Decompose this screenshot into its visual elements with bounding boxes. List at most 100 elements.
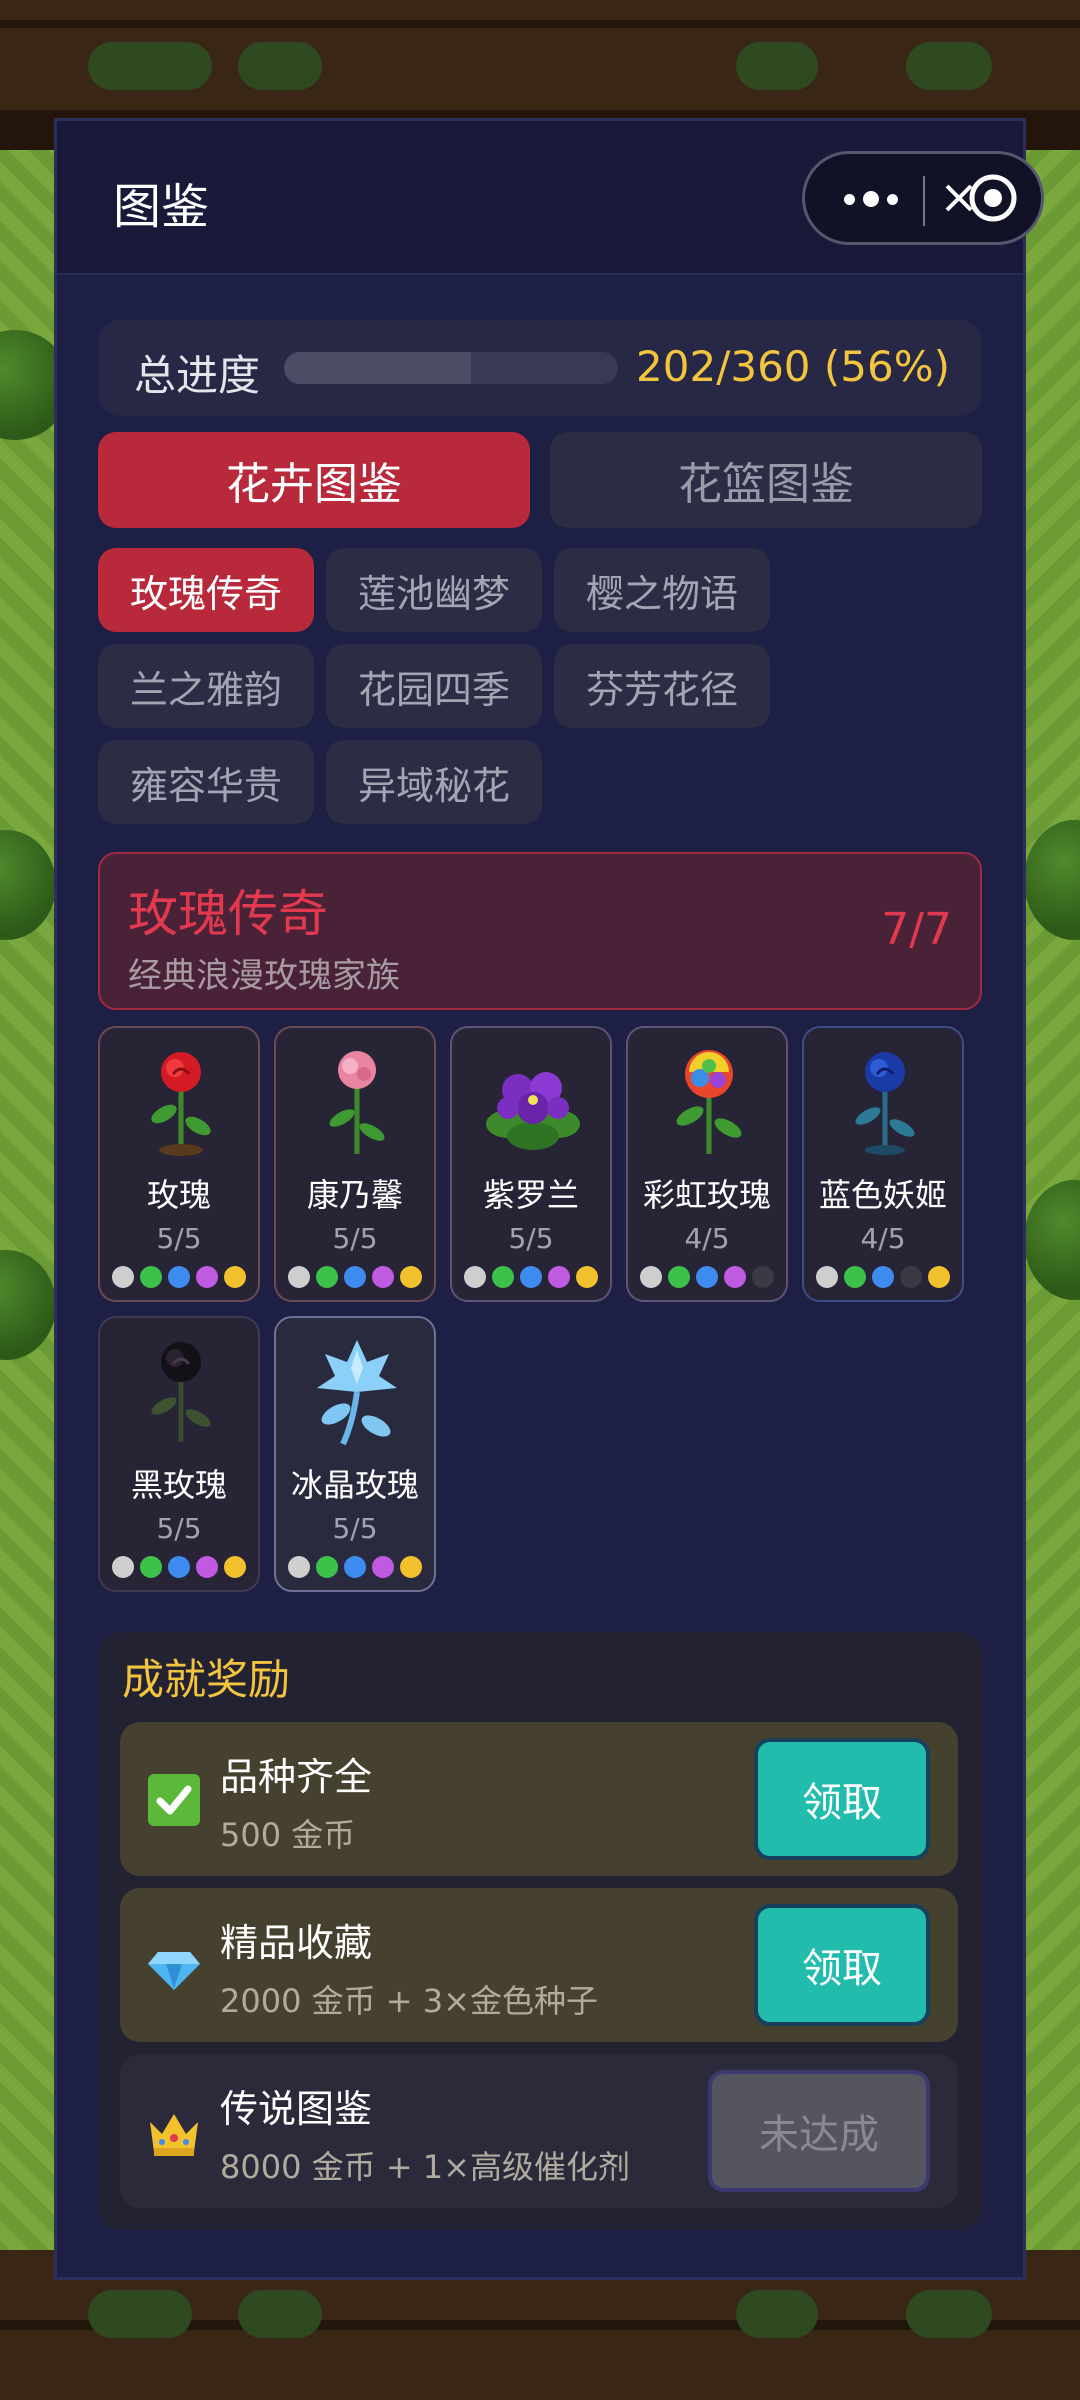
flower-name: 蓝色妖姬 — [818, 1176, 947, 1214]
flower-name: 玫瑰 — [146, 1176, 211, 1214]
rarity-dot — [696, 1266, 718, 1288]
flower-card[interactable]: 紫罗兰 5/5 — [450, 1026, 612, 1302]
achievement-name: 品种齐全 — [220, 1755, 373, 1799]
rarity-dots — [452, 1266, 610, 1288]
flower-name: 黑玫瑰 — [130, 1466, 227, 1504]
flower-card[interactable]: 黑玫瑰 5/5 — [98, 1316, 260, 1592]
progress-label: 总进度 — [134, 351, 261, 400]
rarity-dot — [196, 1556, 218, 1578]
ice-rose-icon — [317, 1340, 397, 1446]
flower-progress: 5/5 — [156, 1222, 202, 1255]
flower-progress: 5/5 — [156, 1512, 202, 1545]
background-decoration — [238, 42, 322, 90]
tab-basket-collection[interactable]: 花篮图鉴 — [550, 432, 982, 528]
rarity-dot — [344, 1266, 366, 1288]
achievement-title: 成就奖励 — [122, 1655, 291, 1704]
rarity-dot — [752, 1266, 774, 1288]
flower-progress: 4/5 — [860, 1222, 906, 1255]
rarity-dot — [548, 1266, 570, 1288]
panel-title: 图鉴 — [113, 179, 210, 235]
rarity-dots — [276, 1266, 434, 1288]
achievement-item: 传说图鉴 8000 金币 + 1×高级催化剂 未达成 — [120, 2054, 958, 2208]
rarity-dot — [316, 1266, 338, 1288]
blue-rose-icon — [855, 1052, 915, 1155]
category-chip[interactable]: 花园四季 — [326, 644, 542, 728]
close-button[interactable] — [933, 166, 1023, 230]
series-banner: 玫瑰传奇 经典浪漫玫瑰家族 7/7 — [98, 852, 982, 1010]
close-icon — [945, 174, 1017, 222]
achievement-item: 精品收藏 2000 金币 + 3×金色种子 领取 — [120, 1888, 958, 2042]
not-achieved-button[interactable]: 未达成 — [708, 2070, 930, 2192]
flower-card[interactable]: 玫瑰 5/5 — [98, 1026, 260, 1302]
rarity-dot — [928, 1266, 950, 1288]
achievement-reward: 2000 金币 + 3×金色种子 — [220, 1982, 598, 2020]
rarity-dot — [316, 1556, 338, 1578]
category-chip[interactable]: 兰之雅韵 — [98, 644, 314, 728]
flower-name: 康乃馨 — [306, 1176, 403, 1214]
flower-progress: 4/5 — [684, 1222, 730, 1255]
rarity-dot — [372, 1556, 394, 1578]
tab-flower-collection[interactable]: 花卉图鉴 — [98, 432, 530, 528]
rarity-dot — [400, 1556, 422, 1578]
flower-card[interactable]: 彩虹玫瑰 4/5 — [626, 1026, 788, 1302]
category-chip[interactable]: 芬芳花径 — [554, 644, 770, 728]
overall-progress: 总进度 202/360 (56%) — [98, 320, 982, 416]
achievement-item: 品种齐全 500 金币 领取 — [120, 1722, 958, 1876]
diamond-icon — [148, 1952, 200, 1990]
rarity-dot — [724, 1266, 746, 1288]
category-chip[interactable]: 莲池幽梦 — [326, 548, 542, 632]
flower-progress: 5/5 — [508, 1222, 554, 1255]
category-chip[interactable]: 玫瑰传奇 — [98, 548, 314, 632]
rarity-dot — [464, 1266, 486, 1288]
rarity-dot — [816, 1266, 838, 1288]
flower-card[interactable]: 冰晶玫瑰 5/5 — [274, 1316, 436, 1592]
rarity-dot — [640, 1266, 662, 1288]
background-decoration — [88, 42, 212, 90]
background-decoration — [88, 2290, 192, 2338]
rarity-dot — [224, 1556, 246, 1578]
rarity-dot — [140, 1266, 162, 1288]
black-rose-icon — [151, 1342, 211, 1442]
rarity-dot — [112, 1266, 134, 1288]
achievement-name: 传说图鉴 — [220, 2087, 373, 2131]
progress-text: 202/360 (56%) — [636, 342, 950, 391]
rarity-dot — [168, 1556, 190, 1578]
rarity-dot — [844, 1266, 866, 1288]
rarity-dot — [288, 1266, 310, 1288]
flower-card[interactable]: 康乃馨 5/5 — [274, 1026, 436, 1302]
checkmark-icon — [148, 1774, 200, 1826]
rarity-dot — [492, 1266, 514, 1288]
crown-icon — [150, 2114, 198, 2156]
rarity-dot — [196, 1266, 218, 1288]
achievement-reward: 8000 金币 + 1×高级催化剂 — [220, 2148, 630, 2186]
rarity-dot — [112, 1556, 134, 1578]
flower-name: 彩虹玫瑰 — [642, 1176, 771, 1214]
category-chip[interactable]: 樱之物语 — [554, 548, 770, 632]
flower-name: 紫罗兰 — [482, 1176, 579, 1214]
more-menu-button[interactable] — [831, 174, 911, 224]
red-rose-icon — [151, 1052, 211, 1156]
rarity-dots — [276, 1556, 434, 1578]
background-decoration — [736, 42, 818, 90]
category-chip[interactable]: 异域秘花 — [326, 740, 542, 824]
background-decoration — [906, 42, 992, 90]
rarity-dots — [100, 1266, 258, 1288]
flower-card[interactable]: 蓝色妖姬 4/5 — [802, 1026, 964, 1302]
rarity-dot — [576, 1266, 598, 1288]
game-background-grass — [0, 150, 60, 2260]
progress-bar — [284, 352, 618, 384]
flower-progress: 5/5 — [332, 1222, 378, 1255]
series-description: 经典浪漫玫瑰家族 — [128, 956, 400, 996]
achievement-section: 成就奖励 品种齐全 500 金币 领取 精品收藏 2000 金币 + 3×金色种… — [98, 1632, 982, 2230]
claim-button[interactable]: 领取 — [754, 1738, 930, 1860]
rarity-dot — [344, 1556, 366, 1578]
claim-button[interactable]: 领取 — [754, 1904, 930, 2026]
rarity-dot — [140, 1556, 162, 1578]
rarity-dot — [668, 1266, 690, 1288]
achievement-name: 精品收藏 — [220, 1921, 373, 1965]
rarity-dot — [224, 1266, 246, 1288]
flower-name: 冰晶玫瑰 — [290, 1466, 419, 1504]
background-decoration — [906, 2290, 992, 2338]
category-chip[interactable]: 雍容华贵 — [98, 740, 314, 824]
rarity-dot — [520, 1266, 542, 1288]
